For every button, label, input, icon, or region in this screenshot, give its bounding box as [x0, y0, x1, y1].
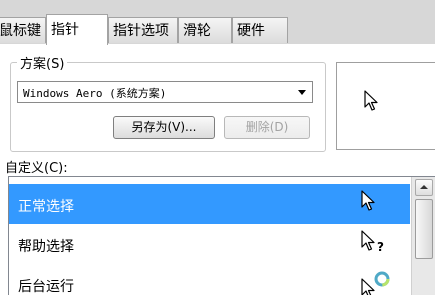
scheme-select-value: Windows Aero (系统方案) — [23, 87, 167, 100]
svg-text:?: ? — [377, 240, 384, 254]
scheme-select[interactable]: Windows Aero (系统方案) — [17, 81, 313, 103]
customize-label: 自定义(C): — [5, 161, 68, 176]
help-cursor-icon: ? — [361, 230, 384, 254]
tab-label: 鼠标键 — [0, 23, 41, 39]
tab-wheel[interactable]: 滑轮 — [178, 17, 232, 43]
scheme-group-label: 方案(S) — [17, 53, 68, 72]
list-item-working-in-background[interactable]: 后台运行 — [9, 264, 410, 295]
cursor-list[interactable]: 正常选择 帮助选择 ? 后台运行 — [8, 176, 435, 295]
list-scrollbar[interactable] — [411, 177, 435, 295]
scroll-up-button[interactable] — [415, 179, 433, 196]
tab-label: 滑轮 — [183, 23, 211, 39]
list-item-label: 正常选择 — [18, 199, 74, 215]
tab-hardware[interactable]: 硬件 — [232, 17, 288, 43]
dropdown-arrow-icon — [298, 90, 306, 95]
arrow-cursor-icon — [361, 190, 375, 211]
tab-label: 指针 — [51, 22, 79, 38]
tab-label: 指针选项 — [113, 23, 169, 39]
delete-button[interactable]: 删除(D) — [224, 116, 310, 139]
tab-buttons[interactable]: 鼠标键 — [0, 17, 46, 43]
list-item-label: 后台运行 — [18, 279, 74, 295]
tab-strip: 鼠标键 指针 指针选项 滑轮 硬件 — [0, 0, 435, 45]
tab-pointers[interactable]: 指针 — [46, 14, 108, 45]
scroll-thumb[interactable] — [415, 199, 433, 259]
list-item-normal-select[interactable]: 正常选择 — [9, 184, 410, 224]
save-as-button[interactable]: 另存为(V)... — [113, 116, 215, 139]
arrow-cursor-icon — [364, 90, 378, 111]
tab-label: 硬件 — [237, 23, 265, 39]
list-item-help-select[interactable]: 帮助选择 ? — [9, 224, 410, 264]
cursor-preview — [336, 62, 435, 150]
chevron-up-icon — [420, 185, 428, 189]
tab-pointer-options[interactable]: 指针选项 — [108, 17, 178, 43]
list-item-label: 帮助选择 — [18, 239, 74, 255]
busy-cursor-icon — [361, 271, 390, 295]
